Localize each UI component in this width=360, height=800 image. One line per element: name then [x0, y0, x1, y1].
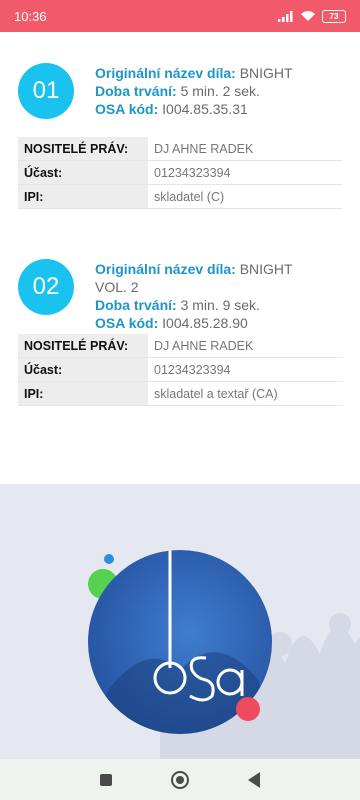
work-title-label: Originální název díla: — [95, 65, 236, 81]
rights-holders-label: NOSITELÉ PRÁV: — [18, 137, 148, 161]
work-duration-line: Doba trvání: 3 min. 9 sek. — [95, 296, 320, 314]
share-label: Účast: — [18, 357, 148, 382]
table-row: IPI: skladatel (C) — [18, 184, 342, 209]
rights-holders-value: DJ AHNE RADEK — [148, 137, 342, 161]
table-row: IPI: skladatel a textař (CA) — [18, 381, 342, 406]
work-duration-line: Doba trvání: 5 min. 2 sek. — [95, 82, 320, 100]
rights-table: NOSITELÉ PRÁV: DJ AHNE RADEK Účast: 0123… — [18, 137, 342, 209]
work-info: Originální název díla: BNIGHT Doba trván… — [95, 64, 320, 118]
rights-holders-value: DJ AHNE RADEK — [148, 334, 342, 358]
work-osa-label: OSA kód: — [95, 101, 159, 117]
blue-dot-decoration — [104, 554, 114, 564]
ipi-value: skladatel (C) — [148, 184, 342, 209]
work-duration-label: Doba trvání: — [95, 83, 177, 99]
table-row: Účast: 01234323394 — [18, 160, 342, 185]
home-icon[interactable] — [170, 770, 189, 789]
work-number-badge: 02 — [18, 259, 74, 315]
work-osa-label: OSA kód: — [95, 315, 159, 331]
signal-icon — [278, 11, 293, 22]
status-bar: 10:36 73 — [0, 0, 360, 32]
ipi-value: skladatel a textař (CA) — [148, 381, 342, 406]
work-title-value: BNIGHT — [239, 65, 293, 81]
battery-icon: 73 — [322, 9, 346, 23]
work-osa-line: OSA kód: I004.85.35.31 — [95, 100, 320, 118]
wifi-icon — [301, 11, 315, 21]
work-number-badge: 01 — [18, 63, 74, 119]
share-value: 01234323394 — [148, 160, 342, 185]
ipi-label: IPI: — [18, 184, 148, 209]
rights-table: NOSITELÉ PRÁV: DJ AHNE RADEK Účast: 0123… — [18, 334, 342, 406]
share-value: 01234323394 — [148, 357, 342, 382]
navigation-bar — [0, 759, 360, 800]
work-duration-label: Doba trvání: — [95, 297, 177, 313]
red-dot-decoration — [236, 697, 260, 721]
ipi-label: IPI: — [18, 381, 148, 406]
status-icons: 73 — [278, 9, 346, 23]
work-info: Originální název díla: BNIGHT VOL. 2 Dob… — [95, 260, 320, 332]
work-title-line: Originální název díla: BNIGHT VOL. 2 — [95, 260, 320, 296]
work-title-label: Originální název díla: — [95, 261, 236, 277]
rights-holders-label: NOSITELÉ PRÁV: — [18, 334, 148, 358]
table-row: Účast: 01234323394 — [18, 357, 342, 382]
bottom-banner — [0, 484, 360, 759]
work-duration-value: 5 min. 2 sek. — [180, 83, 260, 99]
table-row: NOSITELÉ PRÁV: DJ AHNE RADEK — [18, 137, 342, 161]
status-time: 10:36 — [14, 8, 47, 24]
table-row: NOSITELÉ PRÁV: DJ AHNE RADEK — [18, 334, 342, 358]
back-icon[interactable] — [248, 771, 261, 788]
work-osa-value: I004.85.28.90 — [162, 315, 248, 331]
share-label: Účast: — [18, 160, 148, 185]
work-osa-value: I004.85.35.31 — [162, 101, 248, 117]
recent-apps-icon[interactable] — [99, 773, 112, 786]
work-osa-line: OSA kód: I004.85.28.90 — [95, 314, 320, 332]
work-duration-value: 3 min. 9 sek. — [180, 297, 260, 313]
work-title-line: Originální název díla: BNIGHT — [95, 64, 320, 82]
